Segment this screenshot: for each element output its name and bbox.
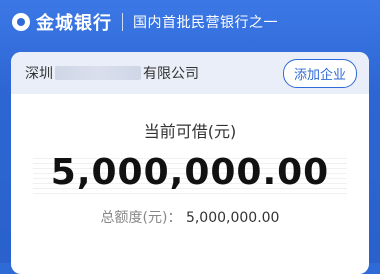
company-name-suffix: 有限公司 xyxy=(143,66,199,82)
company-name-prefix: 深圳 xyxy=(25,66,53,82)
loan-summary: 当前可借(元) 5,000,000.00 总额度(元)： 5,000,000.0… xyxy=(11,118,369,227)
company-bar: 深圳 有限公司 添加企业 xyxy=(11,52,369,94)
header-divider xyxy=(122,13,123,31)
available-label: 当前可借(元) xyxy=(143,122,237,141)
total-limit-value: 5,000,000.00 xyxy=(185,210,280,226)
loan-card: 深圳 有限公司 添加企业 当前可借(元) 5,000,000.00 总额度(元)… xyxy=(11,52,369,274)
bank-slogan: 国内首批民营银行之一 xyxy=(133,15,278,31)
available-amount-value: 5,000,000.00 xyxy=(50,152,330,193)
bank-logo-icon xyxy=(12,13,30,31)
brand: 金城银行 国内首批民营银行之一 xyxy=(12,9,278,35)
bank-name: 金城银行 xyxy=(36,13,112,34)
total-limit-label: 总额度(元)： xyxy=(100,210,182,226)
company-name: 深圳 有限公司 xyxy=(25,63,199,83)
add-company-button[interactable]: 添加企业 xyxy=(282,58,357,88)
header: 金城银行 国内首批民营银行之一 xyxy=(0,0,380,44)
total-limit: 总额度(元)： 5,000,000.00 xyxy=(11,207,369,227)
available-amount: 5,000,000.00 xyxy=(11,152,369,198)
redacted-mask xyxy=(55,66,141,80)
